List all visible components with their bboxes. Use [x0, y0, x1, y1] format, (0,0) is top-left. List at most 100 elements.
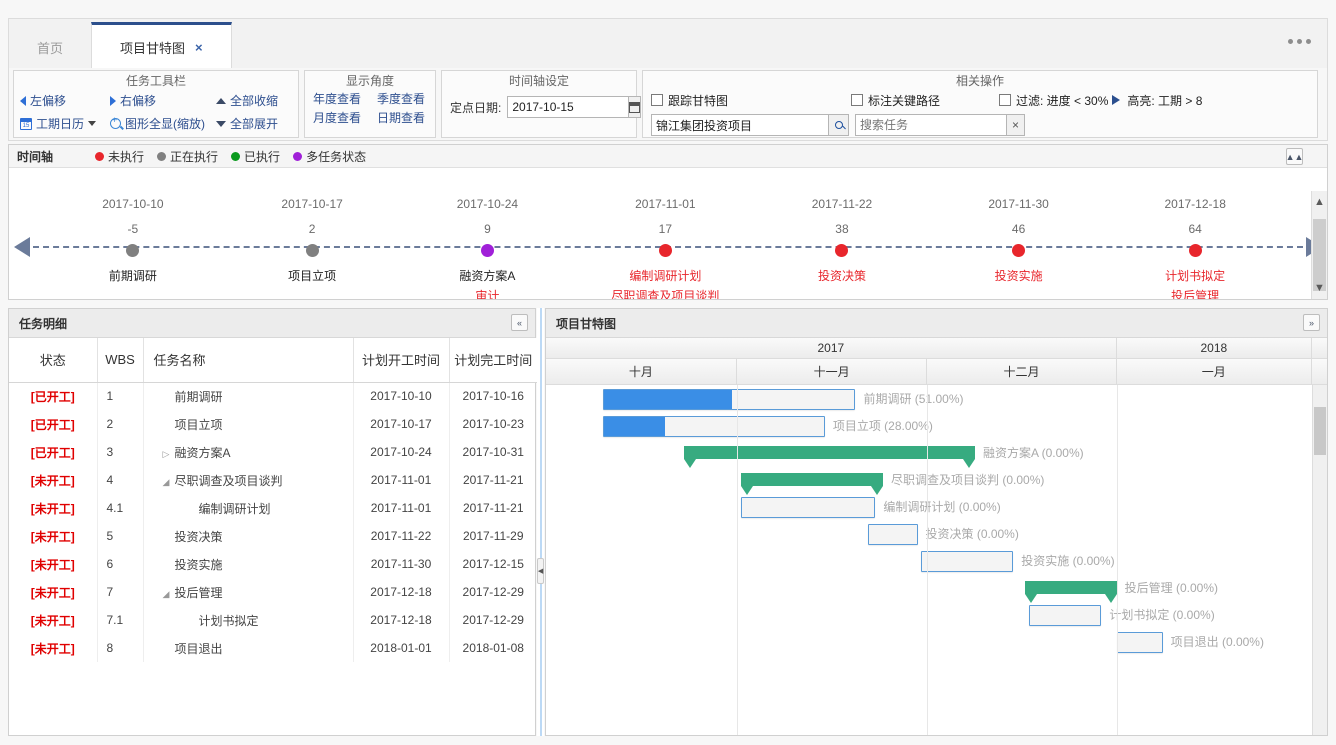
gantt-summary-bar[interactable] [684, 446, 975, 459]
table-row[interactable]: [已开工]2项目立项2017-10-172017-10-23 [9, 410, 537, 438]
timeline-node[interactable]: 2017-10-172项目立项 [227, 168, 397, 286]
expand-all-button[interactable]: 全部展开 [216, 115, 278, 132]
cell-end-date: 2017-12-29 [449, 578, 537, 606]
checkbox-critical-path-box[interactable] [851, 94, 863, 106]
table-row[interactable]: [未开工]8项目退出2018-01-012018-01-08 [9, 634, 537, 662]
view-year-button[interactable]: 年度查看 [313, 90, 363, 107]
fit-zoom-button[interactable]: 图形全显(缩放) [110, 115, 202, 132]
table-row[interactable]: [未开工]4.1编制调研计划2017-11-012017-11-21 [9, 494, 537, 522]
tab-bar: 首页 项目甘特图 × [8, 18, 1328, 68]
shift-left-button[interactable]: 左偏移 [20, 92, 96, 109]
anchor-date-input[interactable] [507, 96, 629, 118]
gantt-task-bar[interactable] [741, 497, 875, 518]
expand-right-icon[interactable]: » [1303, 314, 1320, 331]
gantt-task-bar[interactable] [921, 551, 1013, 572]
shift-right-button[interactable]: 右偏移 [110, 92, 202, 109]
timeline-node-marker[interactable] [659, 244, 672, 257]
timeline-node-marker[interactable] [835, 244, 848, 257]
panel-splitter[interactable]: ◀ [537, 308, 544, 736]
cell-wbs: 7 [97, 578, 143, 606]
gantt-panel: 项目甘特图 » 20172018 十月十一月十二月一月 项目退出 (0.00%)… [545, 308, 1328, 736]
zoom-in-icon [110, 118, 121, 129]
table-row[interactable]: [已开工]1前期调研2017-10-102017-10-16 [9, 382, 537, 410]
timeline-node[interactable]: 2017-10-249融资方案A审计 [402, 168, 572, 299]
collapse-up-icon[interactable]: ▲▲ [1286, 148, 1303, 165]
tab-project-gantt[interactable]: 项目甘特图 × [91, 22, 232, 69]
project-name-input[interactable] [651, 114, 829, 136]
timeline-node-marker[interactable] [481, 244, 494, 257]
cell-end-date: 2017-10-16 [449, 382, 537, 410]
gantt-row: 投资实施 (0.00%) [546, 550, 1327, 577]
timeline-node[interactable]: 2017-11-0117编制调研计划尽职调查及项目谈判 [580, 168, 750, 299]
cell-start-date: 2017-12-18 [353, 606, 449, 634]
timeline-node[interactable]: 2017-10-10-5前期调研 [48, 168, 218, 286]
tree-toggle-icon[interactable]: ▷ [163, 449, 175, 460]
timeline-node[interactable]: 2017-12-1864计划书拟定投后管理 [1110, 168, 1280, 299]
checkbox-critical-path[interactable]: 标注关键路径 [851, 92, 999, 109]
timeline-node-marker[interactable] [1189, 244, 1202, 257]
timeline-node-marker[interactable] [306, 244, 319, 257]
cell-status: [未开工] [9, 466, 97, 494]
gantt-task-bar[interactable] [1029, 605, 1102, 626]
table-row[interactable]: [未开工]4◢尽职调查及项目谈判2017-11-012017-11-21 [9, 466, 537, 494]
task-detail-panel: 任务明细 « 状态 WBS 任务名称 计划开工时间 计划完工时间 [已开工]1前… [8, 308, 536, 736]
checkbox-filter-progress-box[interactable] [999, 94, 1011, 106]
cell-start-date: 2017-10-24 [353, 438, 449, 466]
checkbox-track-gantt[interactable]: 跟踪甘特图 [651, 92, 851, 109]
gantt-panel-title: 项目甘特图 [556, 315, 616, 332]
timeline-node[interactable]: 2017-11-3046投资实施 [934, 168, 1104, 286]
gantt-month-cell: 十月 [546, 359, 737, 384]
table-row[interactable]: [未开工]5投资决策2017-11-222017-11-29 [9, 522, 537, 550]
timeline-scrollbar[interactable]: ▲ ▼ [1311, 191, 1327, 299]
collapse-left-icon[interactable]: « [511, 314, 528, 331]
scroll-up-icon[interactable]: ▲ [1312, 191, 1327, 213]
search-icon[interactable] [829, 114, 849, 136]
gantt-task-bar[interactable] [1117, 632, 1163, 653]
gantt-row: 计划书拟定 (0.00%) [546, 604, 1327, 631]
calendar-picker-icon[interactable] [629, 96, 641, 118]
table-row[interactable]: [未开工]6投资实施2017-11-302017-12-15 [9, 550, 537, 578]
gantt-scroll-thumb[interactable] [1314, 407, 1326, 455]
splitter-bar [540, 308, 542, 736]
gantt-progress-fill [604, 417, 666, 436]
close-icon[interactable]: × [195, 40, 203, 55]
checkbox-track-gantt-box[interactable] [651, 94, 663, 106]
tab-home[interactable]: 首页 [9, 25, 91, 69]
tree-toggle-icon[interactable]: ◢ [163, 589, 175, 600]
gantt-vertical-scrollbar[interactable] [1312, 385, 1327, 736]
view-quarter-button[interactable]: 季度查看 [377, 90, 427, 107]
cell-status: [未开工] [9, 606, 97, 634]
checkbox-filter-progress[interactable]: 过滤: 进度 < 30% [999, 92, 1108, 109]
scroll-down-icon[interactable]: ▼ [1312, 277, 1327, 299]
gantt-task-bar[interactable] [603, 416, 825, 437]
table-row[interactable]: [未开工]7◢投后管理2017-12-182017-12-29 [9, 578, 537, 606]
collapse-all-button[interactable]: 全部收缩 [216, 92, 278, 109]
table-row[interactable]: [未开工]7.1计划书拟定2017-12-182017-12-29 [9, 606, 537, 634]
play-triangle-icon[interactable] [1112, 95, 1120, 105]
cell-status: [未开工] [9, 578, 97, 606]
chevron-down-icon[interactable] [88, 121, 96, 126]
gantt-summary-bar[interactable] [741, 473, 883, 486]
cell-start-date: 2018-01-01 [353, 634, 449, 662]
more-options-icon[interactable] [1288, 39, 1311, 44]
gantt-bar-label: 计划书拟定 (0.00%) [1109, 605, 1214, 626]
toolbar: 任务工具栏 左偏移 右偏移 全部收缩 [8, 68, 1328, 141]
splitter-grip[interactable]: ◀ [537, 558, 544, 584]
view-month-button[interactable]: 月度查看 [313, 109, 363, 126]
work-calendar-button[interactable]: 15 工期日历 [20, 115, 96, 132]
gantt-task-bar[interactable] [868, 524, 918, 545]
search-task-input[interactable] [855, 114, 1007, 136]
tree-toggle-icon[interactable]: ◢ [163, 477, 175, 488]
gantt-task-bar[interactable] [603, 389, 856, 410]
timeline-node-marker[interactable] [126, 244, 139, 257]
fit-zoom-label: 图形全显(缩放) [125, 115, 205, 132]
cell-wbs: 4.1 [97, 494, 143, 522]
timeline-node-marker[interactable] [1012, 244, 1025, 257]
view-day-button[interactable]: 日期查看 [377, 109, 427, 126]
gantt-row: 前期调研 (51.00%) [546, 388, 1327, 415]
gantt-summary-bar[interactable] [1025, 581, 1117, 594]
cell-wbs: 6 [97, 550, 143, 578]
timeline-node[interactable]: 2017-11-2238投资决策 [757, 168, 927, 286]
table-row[interactable]: [已开工]3▷融资方案A2017-10-242017-10-31 [9, 438, 537, 466]
clear-search-icon[interactable]: × [1007, 114, 1025, 136]
